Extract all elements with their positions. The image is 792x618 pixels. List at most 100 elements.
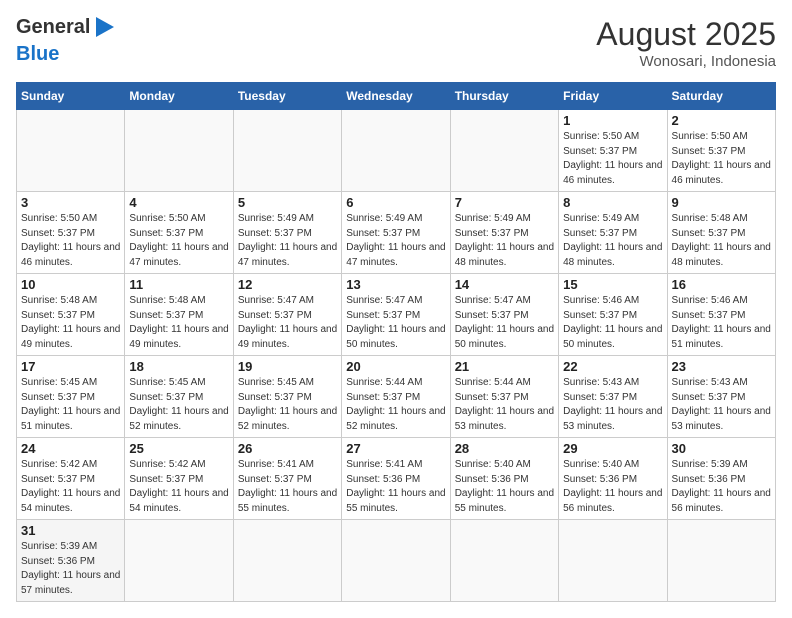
- day-info: Sunrise: 5:45 AM Sunset: 5:37 PM Dayligh…: [129, 376, 228, 434]
- location: Wonosari, Indonesia: [596, 53, 776, 70]
- day-info: Sunrise: 5:50 AM Sunset: 5:37 PM Dayligh…: [672, 130, 771, 188]
- day-number: 5: [238, 195, 337, 210]
- calendar-cell: 7 Sunrise: 5:49 AM Sunset: 5:37 PM Daylig…: [450, 192, 558, 274]
- day-info: Sunrise: 5:42 AM Sunset: 5:37 PM Dayligh…: [129, 458, 228, 516]
- day-info: Sunrise: 5:50 AM Sunset: 5:37 PM Dayligh…: [21, 212, 120, 270]
- day-number: 17: [21, 359, 120, 374]
- calendar-cell: 31Sunrise: 5:39 AM Sunset: 5:36 PM Dayli…: [17, 520, 125, 602]
- day-number: 9: [672, 195, 771, 210]
- day-number: 30: [672, 441, 771, 456]
- calendar-cell: 21Sunrise: 5:44 AM Sunset: 5:37 PM Dayli…: [450, 356, 558, 438]
- day-header-thursday: Thursday: [450, 83, 558, 110]
- day-info: Sunrise: 5:40 AM Sunset: 5:36 PM Dayligh…: [563, 458, 662, 516]
- day-header-monday: Monday: [125, 83, 233, 110]
- calendar-cell: [125, 110, 233, 192]
- day-info: Sunrise: 5:48 AM Sunset: 5:37 PM Dayligh…: [21, 294, 120, 352]
- day-info: Sunrise: 5:43 AM Sunset: 5:37 PM Dayligh…: [672, 376, 771, 434]
- day-info: Sunrise: 5:47 AM Sunset: 5:37 PM Dayligh…: [238, 294, 337, 352]
- day-number: 24: [21, 441, 120, 456]
- calendar-week-row: 1 Sunrise: 5:50 AM Sunset: 5:37 PM Daylig…: [17, 110, 776, 192]
- calendar-cell: 2 Sunrise: 5:50 AM Sunset: 5:37 PM Daylig…: [667, 110, 775, 192]
- day-info: Sunrise: 5:49 AM Sunset: 5:37 PM Dayligh…: [563, 212, 662, 270]
- title-block: August 2025 Wonosari, Indonesia: [596, 16, 776, 70]
- day-number: 3: [21, 195, 120, 210]
- calendar-cell: 11 Sunrise: 5:48 AM Sunset: 5:37 PM Dayli…: [125, 274, 233, 356]
- logo-general-text: General: [16, 16, 90, 39]
- day-number: 7: [455, 195, 554, 210]
- day-header-friday: Friday: [559, 83, 667, 110]
- day-info: Sunrise: 5:48 AM Sunset: 5:37 PM Dayligh…: [672, 212, 771, 270]
- calendar-cell: 4Sunrise: 5:50 AM Sunset: 5:37 PM Daylig…: [125, 192, 233, 274]
- day-info: Sunrise: 5:46 AM Sunset: 5:37 PM Dayligh…: [563, 294, 662, 352]
- calendar-cell: 17Sunrise: 5:45 AM Sunset: 5:37 PM Dayli…: [17, 356, 125, 438]
- month-title: August 2025: [596, 16, 776, 53]
- day-header-saturday: Saturday: [667, 83, 775, 110]
- calendar-cell: 10 Sunrise: 5:48 AM Sunset: 5:37 PM Dayli…: [17, 274, 125, 356]
- day-info: Sunrise: 5:48 AM Sunset: 5:37 PM Dayligh…: [129, 294, 228, 352]
- calendar-cell: [667, 520, 775, 602]
- day-number: 1: [563, 113, 662, 128]
- day-info: Sunrise: 5:41 AM Sunset: 5:36 PM Dayligh…: [346, 458, 445, 516]
- day-info: Sunrise: 5:40 AM Sunset: 5:36 PM Dayligh…: [455, 458, 554, 516]
- page-header: General Blue August 2025 Wonosari, Indon…: [16, 16, 776, 70]
- day-number: 18: [129, 359, 228, 374]
- day-info: Sunrise: 5:49 AM Sunset: 5:37 PM Dayligh…: [346, 212, 445, 270]
- calendar-cell: 25 Sunrise: 5:42 AM Sunset: 5:37 PM Dayli…: [125, 438, 233, 520]
- calendar-cell: 18 Sunrise: 5:45 AM Sunset: 5:37 PM Dayli…: [125, 356, 233, 438]
- calendar-cell: 3 Sunrise: 5:50 AM Sunset: 5:37 PM Daylig…: [17, 192, 125, 274]
- day-number: 23: [672, 359, 771, 374]
- calendar-cell: 6Sunrise: 5:49 AM Sunset: 5:37 PM Daylig…: [342, 192, 450, 274]
- day-number: 2: [672, 113, 771, 128]
- logo-blue-text: Blue: [16, 43, 59, 66]
- calendar-cell: [342, 110, 450, 192]
- calendar-week-row: 24 Sunrise: 5:42 AM Sunset: 5:37 PM Dayli…: [17, 438, 776, 520]
- day-info: Sunrise: 5:45 AM Sunset: 5:37 PM Dayligh…: [238, 376, 337, 434]
- calendar-cell: 14 Sunrise: 5:47 AM Sunset: 5:37 PM Dayli…: [450, 274, 558, 356]
- calendar-cell: 23 Sunrise: 5:43 AM Sunset: 5:37 PM Dayli…: [667, 356, 775, 438]
- logo-wrapper: General: [16, 16, 114, 39]
- calendar-cell: 12 Sunrise: 5:47 AM Sunset: 5:37 PM Dayli…: [233, 274, 341, 356]
- day-number: 11: [129, 277, 228, 292]
- calendar-cell: 5Sunrise: 5:49 AM Sunset: 5:37 PM Daylig…: [233, 192, 341, 274]
- day-number: 10: [21, 277, 120, 292]
- calendar-header-row: SundayMondayTuesdayWednesdayThursdayFrid…: [17, 83, 776, 110]
- day-info: Sunrise: 5:47 AM Sunset: 5:37 PM Dayligh…: [455, 294, 554, 352]
- day-number: 26: [238, 441, 337, 456]
- calendar-week-row: 10 Sunrise: 5:48 AM Sunset: 5:37 PM Dayli…: [17, 274, 776, 356]
- day-number: 16: [672, 277, 771, 292]
- logo-triangle-icon: [96, 17, 114, 37]
- calendar-cell: 22Sunrise: 5:43 AM Sunset: 5:37 PM Dayli…: [559, 356, 667, 438]
- day-number: 12: [238, 277, 337, 292]
- calendar-cell: [559, 520, 667, 602]
- calendar-week-row: 3 Sunrise: 5:50 AM Sunset: 5:37 PM Daylig…: [17, 192, 776, 274]
- calendar-cell: [17, 110, 125, 192]
- day-number: 14: [455, 277, 554, 292]
- logo: General Blue: [16, 16, 114, 66]
- day-number: 28: [455, 441, 554, 456]
- calendar-cell: 20 Sunrise: 5:44 AM Sunset: 5:37 PM Dayli…: [342, 356, 450, 438]
- day-info: Sunrise: 5:44 AM Sunset: 5:37 PM Dayligh…: [346, 376, 445, 434]
- day-info: Sunrise: 5:39 AM Sunset: 5:36 PM Dayligh…: [21, 540, 120, 598]
- day-number: 20: [346, 359, 445, 374]
- day-info: Sunrise: 5:46 AM Sunset: 5:37 PM Dayligh…: [672, 294, 771, 352]
- calendar-cell: 8 Sunrise: 5:49 AM Sunset: 5:37 PM Daylig…: [559, 192, 667, 274]
- calendar-week-row: 17 Sunrise: 5:45 AM Sunset: 5:37 PM Dayli…: [17, 356, 776, 438]
- day-number: 25: [129, 441, 228, 456]
- calendar-cell: 16 Sunrise: 5:46 AM Sunset: 5:37 PM Dayli…: [667, 274, 775, 356]
- calendar-table: SundayMondayTuesdayWednesdayThursdayFrid…: [16, 82, 776, 602]
- day-info: Sunrise: 5:42 AM Sunset: 5:37 PM Dayligh…: [21, 458, 120, 516]
- day-header-sunday: Sunday: [17, 83, 125, 110]
- day-number: 27: [346, 441, 445, 456]
- calendar-week-row: 31Sunrise: 5:39 AM Sunset: 5:36 PM Dayli…: [17, 520, 776, 602]
- calendar-cell: 19Sunrise: 5:45 AM Sunset: 5:37 PM Dayli…: [233, 356, 341, 438]
- calendar-cell: 29Sunrise: 5:40 AM Sunset: 5:36 PM Dayli…: [559, 438, 667, 520]
- day-number: 21: [455, 359, 554, 374]
- calendar-cell: 9 Sunrise: 5:48 AM Sunset: 5:37 PM Daylig…: [667, 192, 775, 274]
- calendar-cell: [125, 520, 233, 602]
- calendar-cell: [450, 110, 558, 192]
- day-number: 8: [563, 195, 662, 210]
- calendar-cell: 1Sunrise: 5:50 AM Sunset: 5:37 PM Daylig…: [559, 110, 667, 192]
- calendar-cell: 27 Sunrise: 5:41 AM Sunset: 5:36 PM Dayli…: [342, 438, 450, 520]
- day-info: Sunrise: 5:49 AM Sunset: 5:37 PM Dayligh…: [455, 212, 554, 270]
- calendar-cell: [450, 520, 558, 602]
